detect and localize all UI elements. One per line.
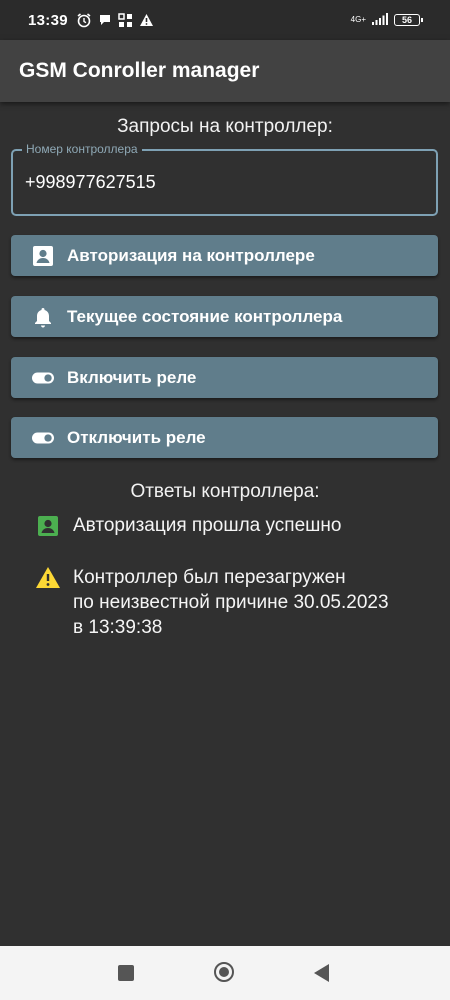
app-grid-icon	[118, 12, 133, 28]
warning-icon	[139, 13, 154, 27]
requests-heading: Запросы на контроллер:	[117, 116, 333, 137]
toggle-icon	[32, 367, 54, 389]
relay-off-button[interactable]: Отключить реле	[11, 417, 438, 458]
account-box-icon	[35, 513, 61, 539]
signal-icon	[372, 12, 388, 29]
controller-number-field[interactable]: Номер контроллера	[11, 142, 438, 216]
account-box-icon	[32, 245, 54, 267]
controller-number-input[interactable]	[25, 172, 405, 193]
current-state-button-label: Текущее состояние контроллера	[67, 306, 343, 326]
battery-icon: 56	[394, 14, 423, 26]
app-title: GSM Conroller manager	[19, 59, 260, 82]
status-bar: 13:39 4G+ 56	[0, 0, 450, 40]
recents-icon[interactable]	[118, 965, 134, 981]
authorize-button-label: Авторизация на контроллере	[67, 245, 315, 265]
relay-on-button[interactable]: Включить реле	[11, 357, 438, 398]
response-text: Контроллер был перезагружен по неизвестн…	[73, 567, 389, 638]
response-item: Авторизация прошла успешно	[35, 513, 433, 539]
responses-heading: Ответы контроллера:	[130, 481, 320, 502]
home-icon[interactable]	[214, 962, 234, 982]
network-type: 4G+	[350, 15, 366, 24]
warning-icon	[35, 565, 61, 591]
status-time: 13:39	[28, 11, 68, 29]
back-icon[interactable]	[314, 964, 329, 982]
relay-on-button-label: Включить реле	[67, 367, 197, 387]
controller-number-label: Номер контроллера	[22, 142, 142, 156]
response-item: Контроллер был перезагружен по неизвестн…	[35, 565, 433, 640]
app-bar: GSM Conroller manager	[0, 40, 450, 102]
bell-icon	[32, 306, 54, 328]
system-nav-bar	[0, 946, 450, 1000]
relay-off-button-label: Отключить реле	[67, 427, 206, 447]
alarm-icon	[76, 12, 92, 28]
authorize-button[interactable]: Авторизация на контроллере	[11, 235, 438, 276]
chat-bubble-icon	[98, 13, 112, 27]
current-state-button[interactable]: Текущее состояние контроллера	[11, 296, 438, 337]
response-text: Авторизация прошла успешно	[73, 515, 342, 536]
toggle-icon	[32, 427, 54, 449]
